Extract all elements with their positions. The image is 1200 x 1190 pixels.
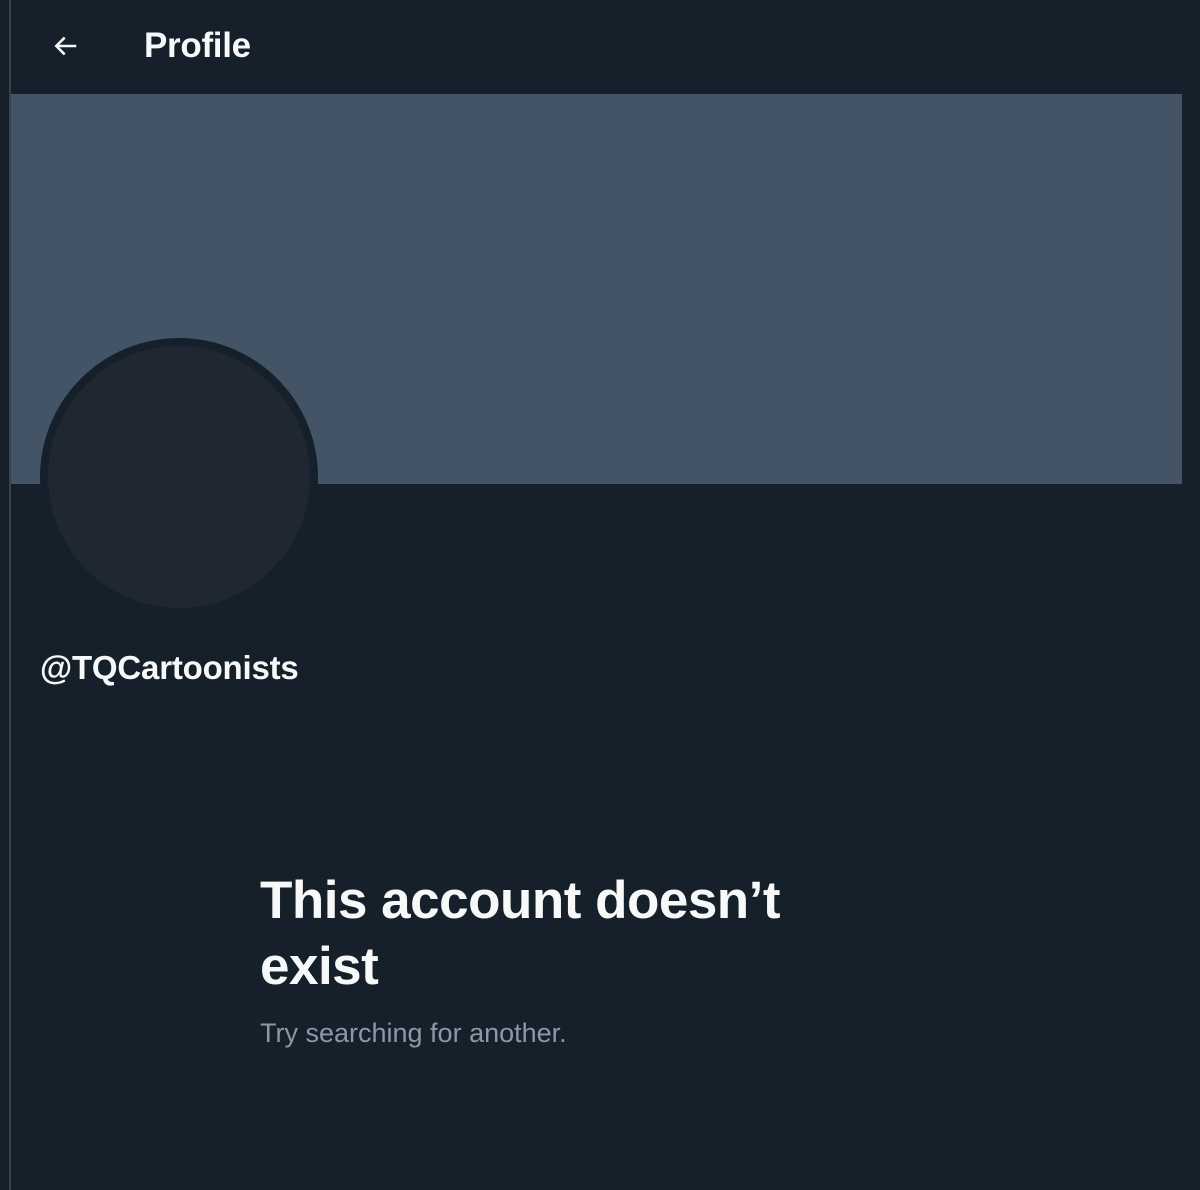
page-title: Profile (144, 26, 251, 65)
profile-handle: @TQCartoonists (40, 649, 299, 686)
avatar (40, 338, 318, 616)
profile-header: Profile (11, 0, 1200, 94)
arrow-left-icon (50, 31, 80, 61)
profile-page: Profile @TQCartoonists This account does… (0, 0, 1200, 1190)
empty-state-subtitle: Try searching for another. (260, 1018, 567, 1048)
empty-state-title: This account doesn’t exist (260, 871, 781, 996)
empty-state: This account doesn’t exist Try searching… (260, 868, 900, 1050)
back-button[interactable] (42, 23, 88, 69)
